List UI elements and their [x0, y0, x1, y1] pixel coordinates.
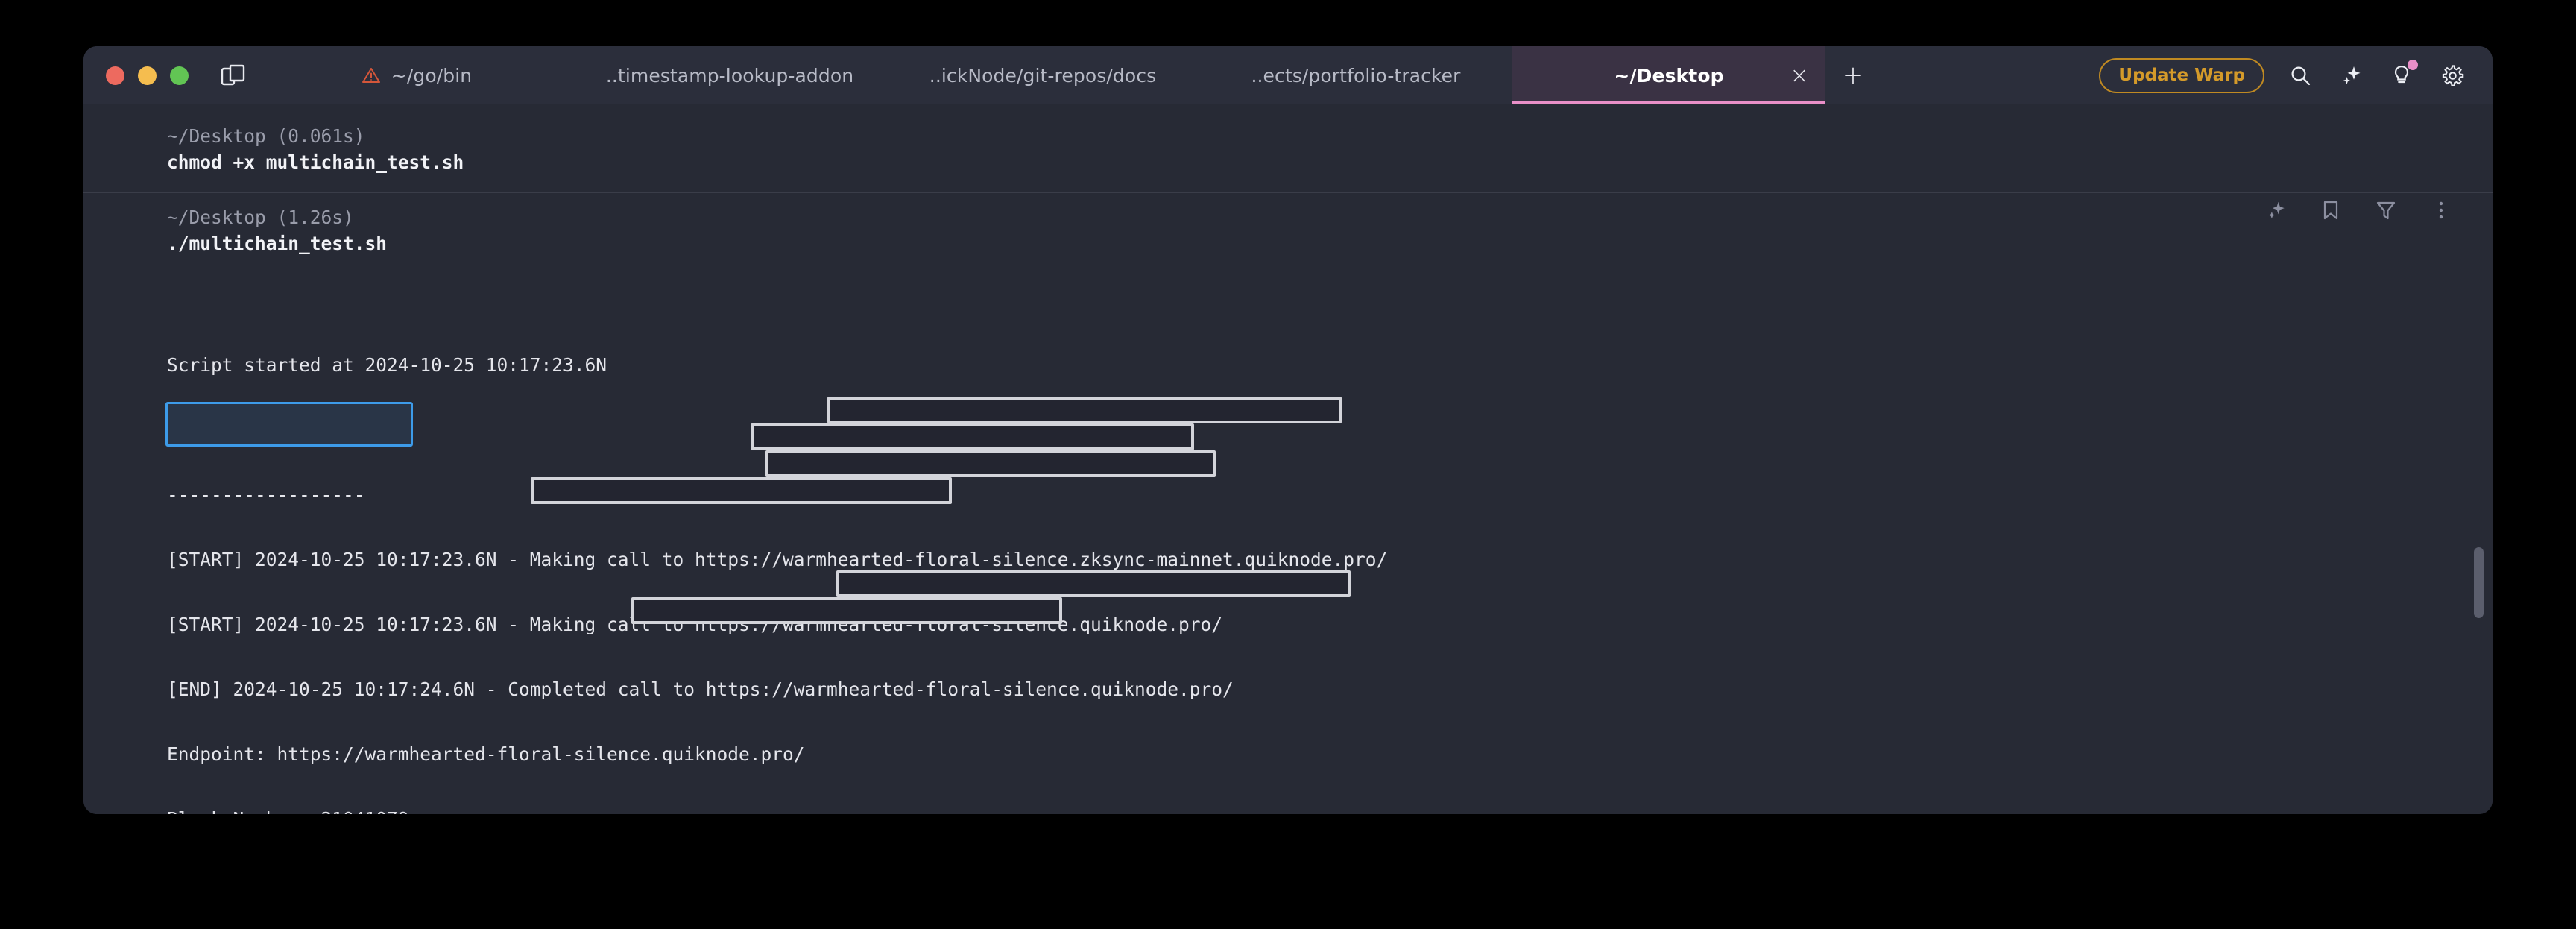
lightbulb-icon[interactable] [2387, 60, 2418, 90]
block-action-bar [2263, 198, 2454, 223]
close-window-button[interactable] [106, 66, 124, 85]
output-line: Script started at 2024-10-25 10:17:23.6N [167, 354, 607, 376]
split-panes-icon[interactable] [206, 46, 260, 104]
filter-icon[interactable] [2373, 198, 2399, 223]
redaction-box [631, 597, 1062, 624]
redaction-box [751, 423, 1194, 450]
block-meta: ~/Desktop (1.26s) [167, 207, 354, 228]
tab-label: ~/go/bin [391, 64, 473, 86]
tabbar-right-controls: Update Warp [2084, 46, 2493, 104]
redaction-box [827, 397, 1342, 423]
tab-label: ..ickNode/git-repos/docs [929, 64, 1157, 86]
output-line: ------------------ [167, 484, 365, 506]
tab-quicknode-git-repos-docs[interactable]: ..ickNode/git-repos/docs [886, 46, 1199, 104]
settings-gear-icon[interactable] [2437, 60, 2467, 90]
scrollbar-thumb[interactable] [2474, 547, 2484, 618]
redaction-box [531, 477, 952, 504]
maximize-window-button[interactable] [170, 66, 189, 85]
new-tab-button[interactable]: + [1825, 46, 1881, 104]
warning-icon [362, 68, 380, 83]
tab-timestamp-lookup-addon[interactable]: ..timestamp-lookup-addon [573, 46, 886, 104]
redaction-box [836, 570, 1351, 597]
tab-list: ~/go/bin ..timestamp-lookup-addon ..ickN… [260, 46, 2084, 104]
output-line: [START] 2024-10-25 10:17:23.6N - Making … [167, 549, 1388, 570]
search-icon[interactable] [2285, 60, 2315, 90]
terminal-scrollbar[interactable] [2474, 104, 2487, 814]
ai-sparkle-icon[interactable] [2263, 198, 2288, 223]
ai-sparkle-icon[interactable] [2336, 60, 2366, 90]
terminal-block-multichain-test[interactable]: ~/Desktop (1.26s) ./multichain_test.sh S… [83, 193, 2493, 814]
output-line: [START] 2024-10-25 10:17:23.6N - Making … [167, 614, 1223, 635]
block-output: Script started at 2024-10-25 10:17:23.6N… [167, 257, 2440, 814]
tab-label: ..timestamp-lookup-addon [605, 64, 854, 86]
terminal-block-chmod[interactable]: ~/Desktop (0.061s) chmod +x multichain_t… [83, 124, 2493, 176]
tab-close-icon[interactable]: × [1787, 63, 1812, 89]
redaction-box [765, 450, 1216, 477]
block-meta: ~/Desktop (0.061s) [167, 125, 365, 147]
terminal-body[interactable]: ~/Desktop (0.061s) chmod +x multichain_t… [83, 104, 2493, 814]
more-options-icon[interactable] [2428, 198, 2454, 223]
window-traffic-lights [83, 46, 196, 104]
minimize-window-button[interactable] [138, 66, 157, 85]
tab-bar: ~/go/bin ..timestamp-lookup-addon ..ickN… [83, 46, 2493, 104]
bookmark-icon[interactable] [2318, 198, 2343, 223]
tab-label: ~/Desktop [1614, 64, 1724, 86]
block-command: chmod +x multichain_test.sh [167, 151, 464, 173]
tab-go-bin[interactable]: ~/go/bin [260, 46, 573, 104]
output-line: [END] 2024-10-25 10:17:24.6N - Completed… [167, 678, 1234, 700]
tab-desktop[interactable]: ~/Desktop × [1512, 46, 1825, 104]
block-command: ./multichain_test.sh [167, 233, 388, 254]
notification-badge [2408, 60, 2418, 70]
tab-label: ..ects/portfolio-tracker [1251, 64, 1461, 86]
output-line: Endpoint: https://warmhearted-floral-sil… [167, 743, 805, 765]
output-line: Block Number: 21041079 [167, 808, 2440, 814]
update-warp-button[interactable]: Update Warp [2099, 57, 2264, 93]
warp-window: ~/go/bin ..timestamp-lookup-addon ..ickN… [83, 46, 2493, 814]
tab-portfolio-tracker[interactable]: ..ects/portfolio-tracker [1199, 46, 1512, 104]
